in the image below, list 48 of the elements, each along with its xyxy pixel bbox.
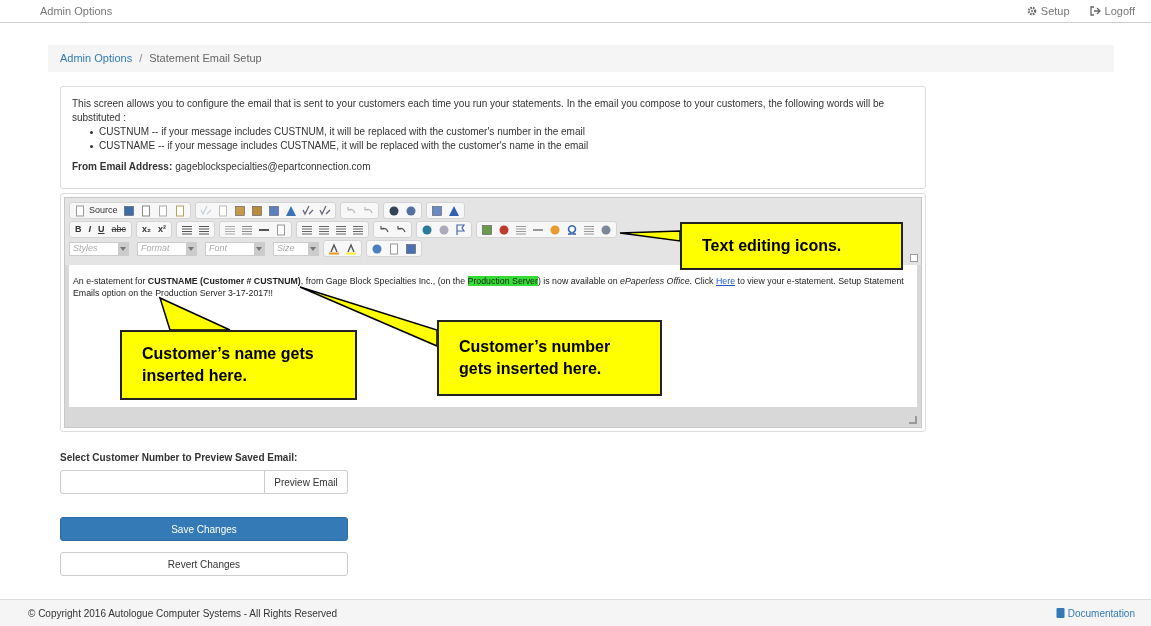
text-color-icon[interactable] (328, 242, 340, 255)
bullet-icon (90, 131, 93, 134)
bullet-icon (90, 145, 93, 148)
app-title[interactable]: Admin Options (40, 2, 113, 20)
nav-link[interactable]: Logoff (1089, 2, 1135, 20)
caret-icon (254, 242, 264, 255)
italic-button[interactable]: I (87, 222, 92, 237)
customer-number-field[interactable] (60, 470, 265, 494)
logoff-icon (1089, 6, 1101, 16)
from-email: gageblockspecialties@epartconnection.com (175, 160, 371, 174)
sub-button[interactable]: x₂ (141, 222, 153, 237)
book-icon (1055, 608, 1065, 618)
underline-button[interactable]: U (97, 222, 106, 237)
sup-button[interactable]: x² (157, 222, 168, 237)
strike-button[interactable]: abc (110, 222, 128, 237)
callout-pointer (619, 230, 681, 242)
intro-text: This screen allows you to configure the email that is sent to your customers each time you run your statements. In the email you compose to your customers, the following words will be substituted : (72, 97, 886, 125)
bullet-text: CUSTNUM -- if your message includes CUSTNUM, it will be replaced with the customer's number in the email (99, 125, 585, 139)
preview-label: Select Customer Number to Preview Saved Email: (60, 451, 299, 465)
gear-icon (1026, 6, 1037, 16)
save-icon[interactable] (122, 204, 135, 217)
breadcrumb-link[interactable]: Admin Options (60, 50, 133, 67)
breadcrumb-separator: / (138, 51, 144, 67)
revert-button[interactable]: Revert Changes (60, 552, 348, 576)
bold-button[interactable]: B (74, 222, 83, 237)
callout: Text editing icons. (680, 222, 903, 270)
caret-icon (186, 242, 196, 255)
bullet-text: CUSTNAME -- if your message includes CUSTNAME, it will be replaced with the customer's name in the email (99, 139, 589, 153)
bulleted-list-icon[interactable] (198, 223, 211, 236)
here-link[interactable]: Here (715, 276, 736, 286)
save-button[interactable]: Save Changes (60, 517, 348, 541)
omega-icon[interactable] (566, 223, 579, 236)
collapse-toolbar-icon[interactable] (910, 254, 918, 262)
flag-icon[interactable] (455, 223, 468, 236)
numbered-list-icon[interactable] (181, 223, 194, 236)
caret-icon (118, 242, 128, 255)
documentation-link[interactable]: Documentation (1055, 605, 1135, 621)
background-color-icon[interactable] (345, 242, 357, 255)
email-body-text: An e-statement for CUSTNAME (Customer # CUSTNUM), from Gage Block Specialties Inc., (on the Production Server) is now available on ePaperless Office. Click Here to view your e-statement. Setup Statement Emails option on the Production Server 3-17-2017!! (73, 275, 905, 299)
template-icon[interactable] (173, 204, 186, 217)
caret-icon (308, 242, 318, 255)
preview-email-button[interactable]: Preview Email (265, 470, 348, 494)
copyright-text: © Copyright 2016 Autologue Computer Systems - All Rights Reserved (28, 606, 338, 621)
resize-handle[interactable] (909, 416, 917, 424)
nav-link[interactable]: Setup (1026, 2, 1070, 20)
from-label: From Email Address: (72, 160, 173, 174)
breadcrumb-current: Statement Email Setup (149, 51, 262, 67)
callout: Customer’s number gets inserted here. (437, 320, 662, 396)
